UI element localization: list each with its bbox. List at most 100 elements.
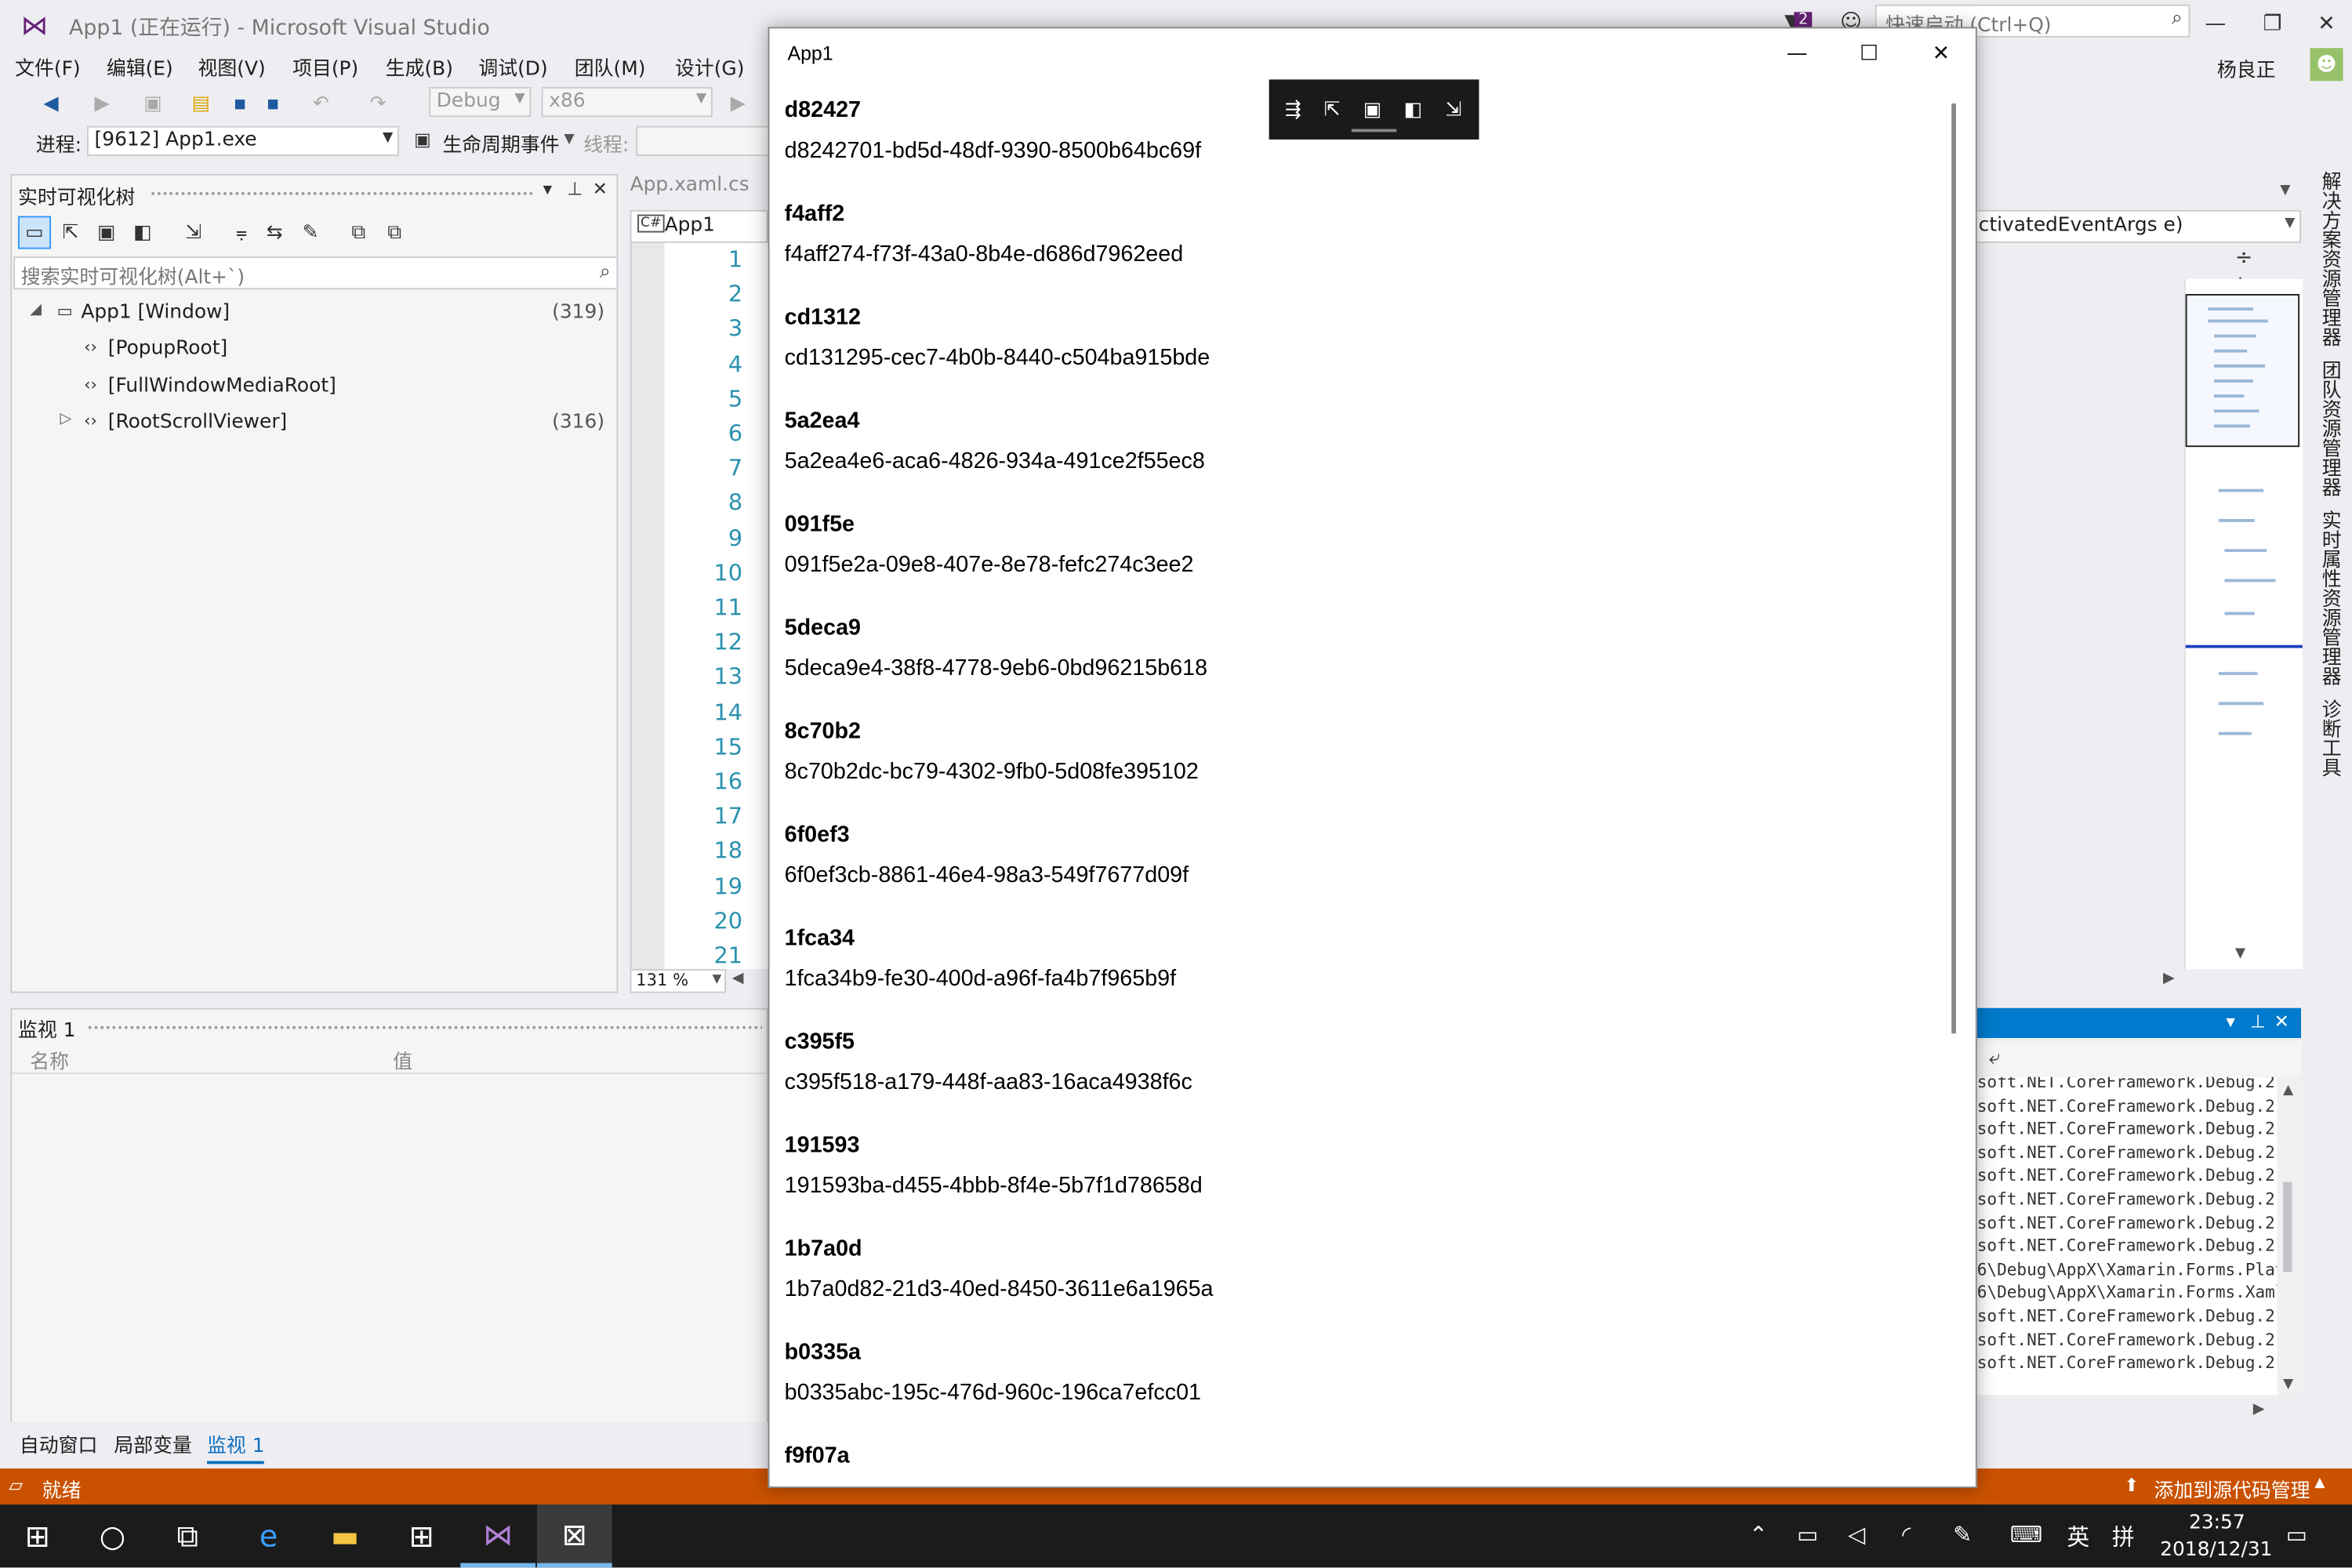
menu-design[interactable]: 设计(G) (675, 53, 744, 82)
chevron-up-icon[interactable]: ▲ (2314, 1476, 2325, 1491)
pin-icon[interactable]: ⊥ (567, 179, 583, 200)
ime-mode-indicator[interactable]: 拼 (2112, 1521, 2135, 1552)
chevron-down-icon[interactable]: ▼ (2280, 183, 2290, 198)
forward-icon[interactable]: ▶ (87, 89, 117, 118)
start-icon[interactable]: ▶ (723, 89, 753, 118)
thread-select[interactable] (636, 125, 771, 156)
tab-autos[interactable]: 自动窗口 (20, 1429, 98, 1458)
menu-edit[interactable]: 编辑(E) (107, 53, 173, 82)
pin-icon[interactable]: ⊥ (2250, 1011, 2266, 1033)
edge-browser-icon[interactable]: e (231, 1504, 307, 1567)
track-focus-icon[interactable]: ◧ (126, 216, 159, 249)
word-wrap-icon[interactable]: ⤶ (1989, 1047, 2000, 1069)
close-button[interactable]: ✕ (1907, 34, 1976, 74)
scroll-left-icon[interactable]: ◀ (732, 971, 744, 987)
clock-time[interactable]: 23:57 (2172, 1512, 2262, 1535)
keyboard-icon[interactable]: ⌨ (2010, 1521, 2042, 1548)
menu-build[interactable]: 生成(B) (386, 53, 453, 82)
tab-live-property-explorer[interactable]: 实时属性资源管理器 (2313, 510, 2343, 686)
menu-view[interactable]: 视图(V) (198, 53, 266, 82)
app1-taskbar-icon[interactable]: ⊠ (536, 1504, 612, 1568)
scroll-down-icon[interactable]: ▼ (2283, 1377, 2293, 1392)
save-icon[interactable]: ▪ (225, 89, 255, 118)
redo-icon[interactable]: ↷ (363, 89, 393, 118)
save-all-icon[interactable]: ▪ (258, 89, 288, 118)
store-icon[interactable]: ⊞ (384, 1504, 459, 1567)
windows-start-icon[interactable]: ⊞ (0, 1504, 75, 1567)
column-header-name[interactable]: 名称 (30, 1046, 69, 1074)
undo-icon[interactable]: ↶ (306, 89, 336, 118)
network-icon[interactable]: ◜ (1902, 1521, 1911, 1548)
add-to-source-control-button[interactable]: 添加到源代码管理 (2154, 1475, 2310, 1503)
tree-node[interactable]: ◢ ▭ App1 [Window] (319) (12, 297, 616, 330)
user-name[interactable]: 杨良正 (2217, 54, 2276, 83)
ime-language-indicator[interactable]: 英 (2067, 1521, 2090, 1552)
chevron-down-icon[interactable]: ▼ (564, 132, 574, 147)
drag-grip[interactable] (86, 1024, 762, 1031)
binding-failures-icon[interactable]: ⇲ (1436, 92, 1472, 128)
action-center-icon[interactable]: ▭ (2286, 1521, 2307, 1548)
output-vertical-scrollbar[interactable]: ▲ ▼ (2277, 1076, 2302, 1396)
process-select[interactable]: [9612] App1.exe ▼ (86, 125, 399, 156)
configuration-select[interactable]: Debug ▼ (429, 86, 532, 118)
expand-all-icon[interactable]: ⧉ (342, 216, 375, 249)
go-to-live-visual-tree-icon[interactable]: ⇶ (1275, 92, 1311, 128)
battery-icon[interactable]: ▭ (1797, 1521, 1818, 1548)
zoom-select[interactable]: 131 % ▼ (630, 968, 727, 993)
preview-selection-icon[interactable]: ⇲ (177, 216, 210, 249)
scroll-down-icon[interactable]: ▼ (2235, 946, 2245, 961)
tab-team-explorer[interactable]: 团队资源管理器 (2313, 360, 2343, 496)
tree-node[interactable]: ▷ ‹› [RootScrollViewer] (316) (12, 407, 616, 440)
expand-icon[interactable]: ▷ (60, 411, 72, 427)
minimap-viewport[interactable] (2185, 294, 2300, 448)
collapse-all-icon[interactable]: ⧉ (378, 216, 411, 249)
code-editor[interactable]: 1 2 3 4 5 6 7 8 9 10 11 12 13 14 15 16 17 18 19 20 21 (630, 242, 770, 969)
close-button[interactable]: ✕ (2304, 6, 2349, 42)
minimize-button[interactable]: — (2193, 6, 2238, 42)
visual-studio-taskbar-icon[interactable]: ⋈ (460, 1504, 536, 1568)
minimize-button[interactable]: — (1762, 34, 1831, 74)
menu-team[interactable]: 团队(M) (575, 53, 646, 82)
close-icon[interactable]: ✕ (593, 179, 608, 200)
live-tree-search-input[interactable]: 搜索实时可视化树(Alt+`) ⌕ (13, 256, 619, 290)
drag-grip[interactable] (150, 190, 535, 197)
cortana-icon[interactable]: ○ (75, 1504, 151, 1567)
tree-node[interactable]: ‹› [PopupRoot] (12, 333, 616, 366)
collapse-toolbar-handle[interactable] (1351, 129, 1397, 132)
track-focused-element-icon[interactable]: ◧ (1395, 92, 1431, 128)
show-just-my-xaml-icon[interactable]: ⩦ (225, 216, 258, 249)
task-view-icon[interactable]: ⧉ (150, 1504, 225, 1567)
dropdown-icon[interactable]: ▾ (543, 179, 553, 200)
tree-node[interactable]: ‹› [FullWindowMediaRoot] (12, 371, 616, 404)
tab-watch-1[interactable]: 监视 1 (207, 1429, 265, 1465)
volume-mute-icon[interactable]: ◁ (1848, 1521, 1865, 1548)
scrollbar-thumb[interactable] (2283, 1181, 2292, 1272)
lifecycle-events-button[interactable]: 生命周期事件 (442, 129, 559, 158)
app-scrollbar[interactable] (1951, 103, 1956, 1034)
menu-project[interactable]: 项目(P) (292, 53, 358, 82)
tab-locals[interactable]: 局部变量 (114, 1429, 192, 1458)
editor-tab[interactable]: App.xaml.cs (630, 174, 768, 207)
back-icon[interactable]: ◀ (36, 89, 66, 118)
lifecycle-events-icon[interactable]: ▣ (414, 129, 431, 151)
maximize-button[interactable]: ☐ (1835, 34, 1904, 74)
show-hidden-icons-icon[interactable]: ⌃ (1749, 1521, 1768, 1548)
new-project-icon[interactable]: ▣ (138, 89, 168, 118)
project-navigation-select[interactable]: C# App1 (630, 209, 768, 243)
scrollbar-map[interactable] (2183, 278, 2303, 969)
open-file-icon[interactable]: ▤ (186, 89, 216, 118)
scroll-up-icon[interactable]: ▲ (2283, 1083, 2293, 1098)
split-window-icon[interactable]: ÷ (2235, 246, 2252, 270)
platform-select[interactable]: x86 ▼ (541, 86, 713, 118)
display-adorners-icon[interactable]: ⇱ (54, 216, 87, 249)
restore-button[interactable]: ❐ (2250, 6, 2295, 42)
wrench-icon[interactable]: ✎ (294, 216, 327, 249)
pen-icon[interactable]: ✎ (1953, 1521, 1972, 1548)
menu-file[interactable]: 文件(F) (15, 53, 80, 82)
column-header-value[interactable]: 值 (393, 1046, 412, 1074)
user-avatar[interactable]: ☻ (2310, 48, 2343, 82)
dropdown-icon[interactable]: ▾ (2226, 1011, 2235, 1033)
output-text[interactable]: soft.NET.CoreFramework.Debug.2.2 soft.NET… (1976, 1076, 2278, 1396)
tab-solution-explorer[interactable]: 解决方案资源管理器 (2313, 171, 2343, 347)
layout-adorners-icon[interactable]: ▣ (90, 216, 123, 249)
